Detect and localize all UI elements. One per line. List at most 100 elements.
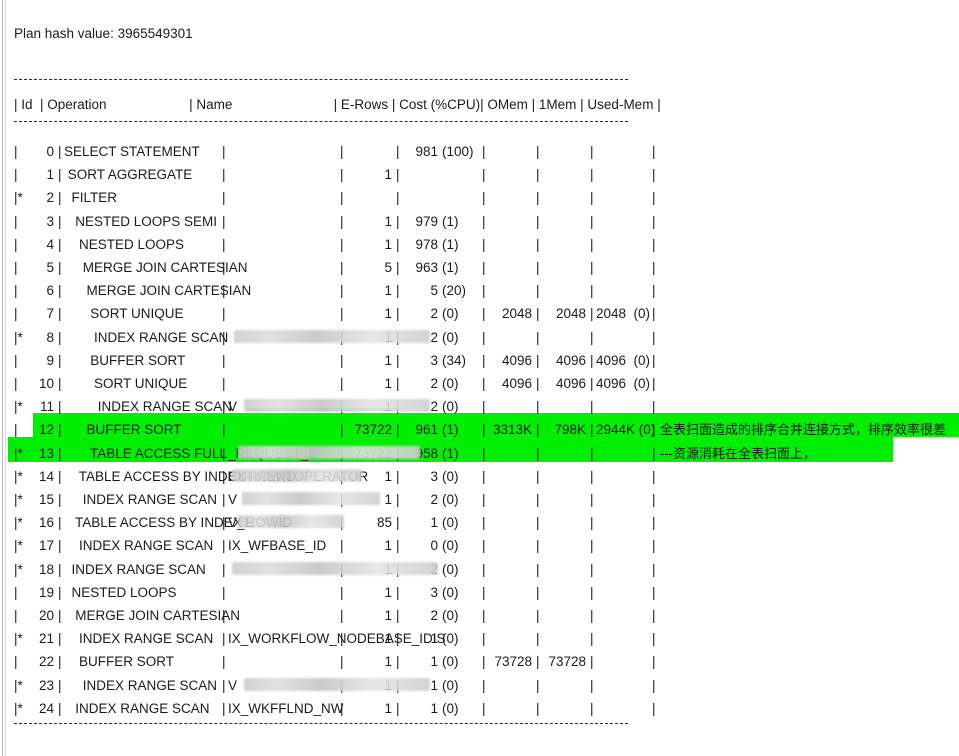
plan-row-divider-7: | [590,329,594,345]
plan-row-divider-3: | [340,677,344,693]
plan-row-divider-5: | [482,468,486,484]
plan-row-erows: 1 [384,584,392,600]
plan-row-15: |* 15 | INDEX RANGE SCAN | V | 1 | 2 (0) | | | | [0,488,959,511]
plan-row-cpu-pct: (1) [442,213,459,229]
plan-row-divider-8: | [652,445,656,461]
plan-row-divider-3: | [340,445,344,461]
plan-row-id: 8 [46,329,54,345]
plan-row-divider-4: | [396,306,400,322]
plan-row-divider-5: | [482,561,486,577]
plan-row-divider-8: | [652,654,656,670]
plan-row-id: 0 [46,144,54,159]
plan-row-erows: 1 [384,631,392,647]
plan-row-divider-2: | [222,422,226,438]
plan-row-cost: 2 [430,492,438,507]
plan-row-used-mem [596,558,648,581]
plan-row-divider-5: | [482,631,486,647]
plan-row-omem [488,558,532,581]
plan-row-divider-2: | [222,445,226,461]
plan-row-12: | 12 | BUFFER SORT | | 73722 | 961 (1) | 3313K | 79… [0,418,959,441]
plan-row-divider-2: | [222,515,226,531]
plan-row-cpu-pct: (100) [442,144,474,159]
plan-row-divider-8: | [652,283,656,299]
plan-row-divider-2: | [222,468,226,484]
plan-row-24: |* 24 | INDEX RANGE SCAN | IX_WKFFLND_NW | 1 | 1… [0,697,959,720]
plan-row-used-mem [596,465,648,488]
plan-row-omem [488,233,532,256]
plan-row-omem [488,581,532,604]
separator-line-middle [14,121,628,123]
plan-row-id: 22 [38,654,54,670]
plan-row-divider-8: | [652,352,656,368]
plan-row-id: 17 [38,538,54,554]
plan-row-divider-1: | [58,561,62,577]
plan-row-cost: 1 [430,700,438,716]
plan-row-cpu-pct: (0) [442,538,459,554]
plan-row-omem: 3313K [492,422,532,438]
plan-row-divider-3: | [340,190,344,206]
plan-row-divider-6: | [536,190,540,206]
plan-row-divider-4: | [396,677,400,693]
plan-row-omem [488,465,532,488]
plan-row-name: V [228,492,238,507]
plan-row-divider-8: | [652,468,656,484]
plan-row-divider-6: | [536,584,540,600]
plan-row-divider-7: | [590,700,594,716]
plan-row-divider-6: | [536,445,540,461]
plan-row-1mem [542,140,586,163]
plan-row-divider-3: | [340,468,344,484]
plan-row-16: |* 16 | TABLE ACCESS BY INDEX ROWID | V_E | 85… [0,511,959,534]
plan-row-divider-5: | [482,445,486,461]
plan-row-divider-7: | [590,260,594,275]
plan-row-divider-4: | [396,492,400,507]
plan-row-operation: INDEX RANGE SCAN [64,492,218,507]
plan-row-20: | 20 | MERGE JOIN CARTESIAN | | 1 | 2 (0) | | | | [0,604,959,627]
plan-row-operation: INDEX RANGE SCAN [64,677,218,693]
plan-row-divider-3: | [340,329,344,345]
plan-row-divider-8: | [652,236,656,252]
plan-row-divider-3: | [340,584,344,600]
plan-row-divider-2: | [222,561,226,577]
plan-row-erows: 73722 [354,422,392,438]
plan-row-id: 1 [46,167,54,183]
plan-row-divider-2: | [222,260,226,275]
plan-row-cost: 0 [430,538,438,554]
plan-row-operation: BUFFER SORT [64,654,175,670]
plan-row-divider-1: | [58,445,62,461]
plan-row-cost: 3 [430,352,438,368]
plan-row-operation: NESTED LOOPS [64,584,177,600]
plan-row-divider-8: | [652,515,656,531]
plan-row-divider-4: | [396,561,400,577]
plan-row-1mem [542,674,586,697]
plan-row-7: | 7 | SORT UNIQUE | | 1 | 2 (0) | 2048 | 2048 | 2048 … [0,302,959,325]
plan-row-divider-6: | [536,492,540,507]
plan-row-divider-7: | [590,376,594,391]
plan-row-divider-1: | [58,584,62,600]
plan-row-divider-2: | [222,492,226,507]
plan-row-cpu-pct: (0) [442,608,459,623]
plan-row-divider-5: | [482,144,486,159]
plan-row-divider-1: | [58,608,62,623]
plan-row-divider-6: | [536,677,540,693]
plan-row-divider-6: | [536,352,540,368]
plan-row-divider-6: | [536,329,540,345]
plan-row-divider-6: | [536,260,540,275]
plan-row-erows: 1 [384,677,392,693]
plan-row-divider-8: | [652,422,656,438]
plan-row-divider-7: | [590,631,594,647]
plan-row-divider-7: | [590,677,594,693]
plan-row-cpu-pct: (0) [442,306,459,322]
plan-row-id: 14 [38,468,54,484]
plan-row-omem [488,604,532,627]
plan-row-cost: 3 [430,584,438,600]
plan-row-divider-5: | [482,515,486,531]
plan-row-divider-5: | [482,700,486,716]
plan-row-used-mem [596,279,648,302]
plan-row-1mem [542,534,586,557]
plan-row-operation: FILTER [64,190,118,206]
plan-row-divider-8: | [652,584,656,600]
plan-row-divider-5: | [482,492,486,507]
plan-row-divider-2: | [222,190,226,206]
plan-row-divider-3: | [340,213,344,229]
plan-row-divider-7: | [590,422,594,438]
